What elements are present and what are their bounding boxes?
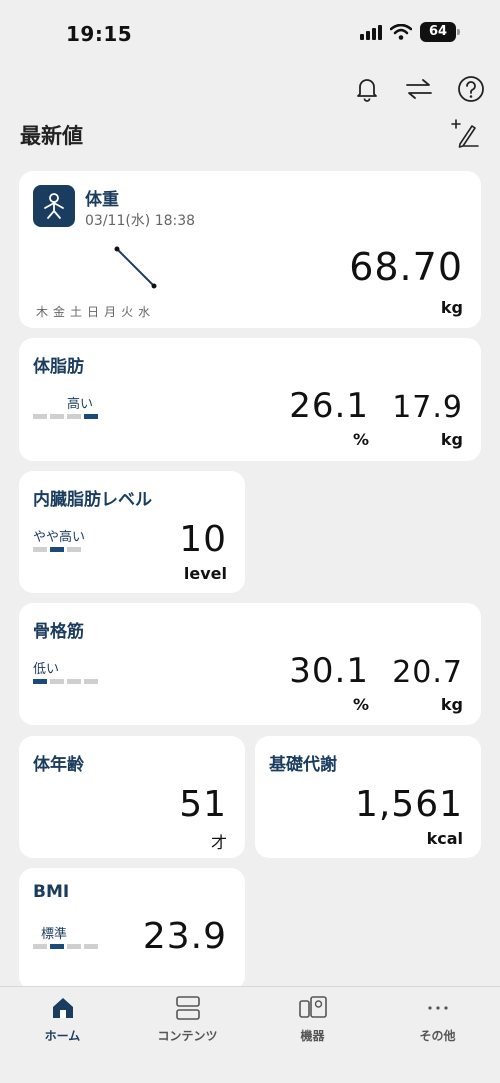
- bottom-tab-bar: ホーム コンテンツ 機器 その他: [0, 986, 500, 1083]
- tab-devices[interactable]: 機器: [250, 987, 375, 1083]
- skeletal-muscle-card[interactable]: 骨格筋 低い 30.1 % 20.7 kg: [19, 603, 481, 725]
- skeletal-muscle-level-bars: [33, 679, 98, 684]
- level-segment: [50, 679, 64, 684]
- bmr-unit: kcal: [426, 829, 463, 848]
- visceral-fat-value: 10: [179, 519, 227, 560]
- header-actions: [350, 72, 488, 106]
- bmi-title: BMI: [33, 882, 70, 902]
- level-segment: [84, 679, 98, 684]
- contents-icon: [175, 996, 200, 1020]
- tab-home-label: ホーム: [44, 1029, 81, 1043]
- tab-more[interactable]: その他: [375, 987, 500, 1083]
- level-segment: [33, 944, 47, 949]
- notification-bell-icon[interactable]: [350, 72, 384, 106]
- skeletal-muscle-title: 骨格筋: [33, 622, 84, 642]
- status-bar: 19:15 64: [0, 0, 500, 64]
- skeletal-muscle-level-label: 低い: [33, 662, 60, 677]
- tab-contents[interactable]: コンテンツ: [125, 987, 250, 1083]
- level-segment: [84, 944, 98, 949]
- edit-add-icon[interactable]: [450, 118, 480, 148]
- bmi-value: 23.9: [142, 916, 227, 957]
- weight-trend-point: [114, 246, 120, 252]
- weekday-label: 月: [104, 305, 117, 319]
- wifi-icon: [390, 24, 412, 40]
- skeletal-muscle-percent-unit: %: [352, 695, 369, 714]
- visceral-fat-unit: level: [183, 564, 227, 583]
- tab-home[interactable]: ホーム: [0, 987, 125, 1083]
- body-age-card[interactable]: 体年齢 51 才: [19, 736, 245, 858]
- home-icon: [52, 998, 73, 1018]
- body-age-unit: 才: [210, 833, 227, 852]
- page-title: 最新値: [20, 124, 83, 148]
- body-fat-mass: 17.9: [392, 390, 463, 425]
- level-segment: [84, 414, 98, 419]
- weight-title: 体重: [85, 190, 119, 210]
- weekday-label: 土: [70, 305, 83, 319]
- body-age-title: 体年齢: [33, 755, 84, 775]
- level-segment: [67, 944, 81, 949]
- weight-card[interactable]: 体重 03/11(水) 18:38 木金土日月火水 68.70 kg: [19, 171, 481, 328]
- body-fat-level-label: 高い: [67, 397, 94, 412]
- status-time: 19:15: [66, 22, 133, 46]
- bmi-card[interactable]: BMI 標準 23.9: [19, 868, 245, 990]
- level-segment: [33, 547, 47, 552]
- skeletal-muscle-mass-unit: kg: [440, 695, 463, 714]
- status-indicators: 64: [360, 22, 460, 42]
- body-age-value: 51: [179, 784, 227, 825]
- level-segment: [50, 414, 64, 419]
- visceral-fat-level-bars: [33, 547, 81, 552]
- level-segment: [33, 679, 47, 684]
- skeletal-muscle-percent: 30.1: [289, 651, 369, 691]
- weight-unit: kg: [440, 298, 463, 317]
- skeletal-muscle-mass: 20.7: [392, 655, 463, 690]
- devices-icon: [298, 996, 327, 1018]
- body-fat-percent: 26.1: [289, 386, 369, 426]
- bmr-card[interactable]: 基礎代謝 1,561 kcal: [255, 736, 481, 858]
- tab-devices-label: 機器: [300, 1029, 325, 1043]
- weight-trend-line: [116, 248, 155, 287]
- body-fat-level-bars: [33, 414, 98, 419]
- visceral-fat-card[interactable]: 内臓脂肪レベル やや高い 10 level: [19, 471, 245, 593]
- level-segment: [50, 944, 64, 949]
- body-fat-card[interactable]: 体脂肪 高い 26.1 % 17.9 kg: [19, 338, 481, 461]
- level-segment: [67, 414, 81, 419]
- more-icon: [427, 1006, 448, 1010]
- weekday-label: 水: [138, 305, 151, 319]
- weight-trend-chart: [114, 246, 157, 289]
- weight-trend-point: [151, 283, 157, 289]
- weekday-label: 木: [36, 305, 49, 319]
- body-icon: [33, 185, 75, 227]
- weight-value: 68.70: [349, 245, 463, 289]
- help-icon[interactable]: [454, 72, 488, 106]
- sync-transfer-icon[interactable]: [402, 72, 436, 106]
- tab-contents-label: コンテンツ: [157, 1029, 218, 1043]
- tab-more-label: その他: [419, 1029, 456, 1043]
- weekday-label: 火: [121, 305, 134, 319]
- level-segment: [67, 679, 81, 684]
- level-segment: [67, 547, 81, 552]
- battery-indicator: 64: [420, 22, 460, 42]
- bmi-level-bars: [33, 944, 98, 949]
- bmi-level-label: 標準: [41, 927, 68, 942]
- visceral-fat-level-label: やや高い: [33, 530, 86, 545]
- visceral-fat-title: 内臓脂肪レベル: [33, 490, 152, 510]
- body-fat-title: 体脂肪: [33, 357, 84, 377]
- body-fat-percent-unit: %: [352, 430, 369, 449]
- bmr-title: 基礎代謝: [269, 755, 337, 775]
- weekday-axis: 木金土日月火水: [36, 303, 150, 320]
- level-segment: [33, 414, 47, 419]
- weekday-label: 日: [87, 305, 100, 319]
- body-fat-mass-unit: kg: [440, 430, 463, 449]
- weight-datetime: 03/11(水) 18:38: [85, 213, 196, 229]
- cellular-signal-icon: [360, 24, 382, 40]
- bmr-value: 1,561: [354, 784, 463, 825]
- weekday-label: 金: [53, 305, 66, 319]
- level-segment: [50, 547, 64, 552]
